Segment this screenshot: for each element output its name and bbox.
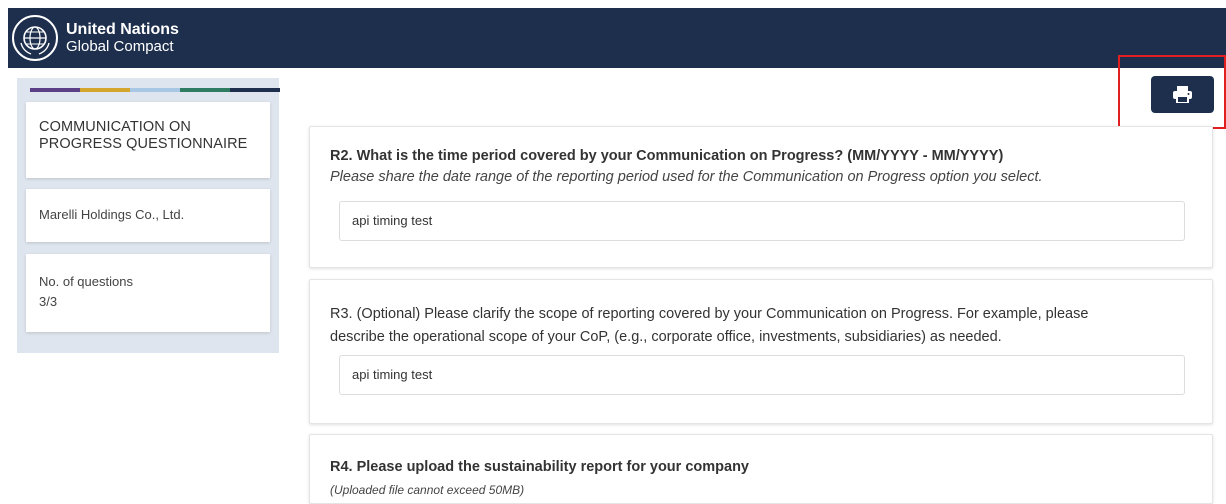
question-title-r4: R4. Please upload the sustainability rep… bbox=[330, 459, 749, 475]
question-card-r2: R2. What is the time period covered by y… bbox=[309, 126, 1213, 268]
stripe-gold bbox=[80, 88, 130, 92]
question-hint-r4: (Uploaded file cannot exceed 50MB) bbox=[330, 483, 525, 497]
question-title-r2: R2. What is the time period covered by y… bbox=[330, 148, 1004, 164]
top-header-bar: United Nations Global Compact bbox=[8, 8, 1226, 68]
question-card-r4: R4. Please upload the sustainability rep… bbox=[309, 434, 1213, 504]
company-name: Marelli Holdings Co., Ltd. bbox=[26, 189, 270, 242]
stripe-light-blue bbox=[130, 88, 180, 92]
question-title-r3-line1: R3. (Optional) Please clarify the scope … bbox=[330, 306, 1089, 322]
question-card-r3: R3. (Optional) Please clarify the scope … bbox=[309, 279, 1213, 424]
brand-line1: United Nations bbox=[66, 21, 179, 38]
question-count-value: 3/3 bbox=[39, 294, 58, 309]
question-count-label: No. of questions bbox=[39, 274, 133, 289]
question-hint-r2: Please share the date range of the repor… bbox=[330, 169, 1043, 185]
stripe-purple bbox=[30, 88, 80, 92]
stripe-green bbox=[180, 88, 230, 92]
answer-field-r3[interactable]: api timing test bbox=[339, 355, 1185, 395]
color-stripes bbox=[30, 88, 280, 92]
questionnaire-sidebar: COMMUNICATION ON PROGRESS QUESTIONNAIRE … bbox=[17, 78, 280, 353]
questionnaire-title: COMMUNICATION ON PROGRESS QUESTIONNAIRE bbox=[26, 102, 270, 178]
un-global-compact-logo-icon[interactable] bbox=[12, 15, 58, 61]
brand-name: United Nations Global Compact bbox=[66, 21, 179, 55]
question-count-card: No. of questions 3/3 bbox=[26, 254, 270, 332]
brand-line2: Global Compact bbox=[66, 38, 174, 55]
answer-field-r2[interactable]: api timing test bbox=[339, 201, 1185, 241]
stripe-navy bbox=[230, 88, 280, 92]
printer-icon bbox=[1173, 86, 1192, 103]
print-button[interactable] bbox=[1151, 76, 1214, 113]
question-title-r3-line2: describe the operational scope of your C… bbox=[330, 329, 1002, 345]
